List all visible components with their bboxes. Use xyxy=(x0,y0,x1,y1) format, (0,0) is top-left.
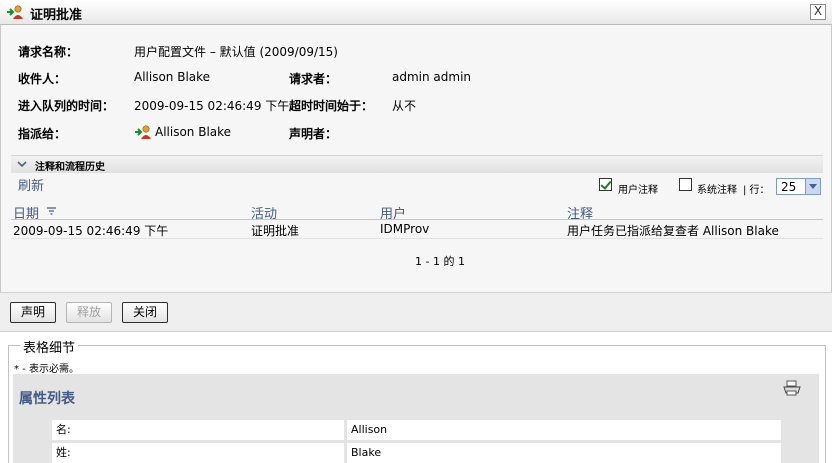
system-comments-label: 系统注释 xyxy=(697,185,737,196)
queued-time-label: 进入队列的时间： xyxy=(18,99,115,113)
last-name-value: Blake xyxy=(347,443,781,463)
row-activity: 证明批准 xyxy=(251,224,300,238)
attribute-list-title: 属性列表 xyxy=(19,391,75,407)
timeout-label: 超时时间始于： xyxy=(289,99,374,113)
system-comments-checkbox[interactable] xyxy=(679,178,692,191)
task-details-panel: 请求名称： 用户配置文件 – 默认值 (2009/09/15) 收件人： All… xyxy=(0,25,832,292)
assigned-to-value: Allison Blake xyxy=(155,125,232,139)
timeout-value: 从不 xyxy=(392,99,417,113)
claimer-label: 声明者： xyxy=(289,127,338,141)
pagination-text: 1 - 1 的 1 xyxy=(415,255,465,268)
title-bar: 证明批准 X xyxy=(0,0,832,25)
action-bar: 声明 释放 关闭 xyxy=(0,292,832,332)
first-name-label: 名: xyxy=(52,420,344,440)
last-name-label: 姓: xyxy=(52,443,344,463)
row-date: 2009-09-15 02:46:49 下午 xyxy=(13,224,169,238)
requester-value: admin admin xyxy=(392,70,472,84)
requester-label: 请求者： xyxy=(289,72,338,86)
recipient-label: 收件人： xyxy=(18,72,67,86)
user-comments-checkbox[interactable] xyxy=(599,178,612,191)
user-assign-icon xyxy=(135,125,151,139)
required-note: * - 表示必需。 xyxy=(14,364,79,375)
claim-button[interactable]: 声明 xyxy=(10,302,56,323)
rows-per-page-select[interactable]: 25 xyxy=(776,178,821,195)
queued-time-value: 2009-09-15 02:46:49 下午 xyxy=(134,99,290,113)
close-icon[interactable]: X xyxy=(810,4,826,20)
dropdown-arrow-icon[interactable] xyxy=(805,179,820,194)
print-icon[interactable] xyxy=(783,380,801,396)
release-button[interactable]: 释放 xyxy=(66,302,112,323)
refresh-link[interactable]: 刷新 xyxy=(18,175,44,194)
row-user: IDMProv xyxy=(380,222,430,236)
assigned-to-label: 指派给： xyxy=(18,127,67,141)
row-comment: 用户任务已指派给复查者 Allison Blake xyxy=(567,224,779,238)
header-divider xyxy=(11,219,823,220)
form-details-legend: 表格细节 xyxy=(20,337,79,356)
request-name-value: 用户配置文件 – 默认值 (2009/09/15) xyxy=(134,45,338,59)
first-name-value: Allison xyxy=(347,420,781,440)
rows-label: | 行： xyxy=(743,185,770,196)
attribute-list-panel: 属性列表 名: Allison 姓: Blake xyxy=(13,374,819,463)
close-button[interactable]: 关闭 xyxy=(122,302,168,323)
history-section-label: 注释和流程历史 xyxy=(35,162,105,173)
recipient-value: Allison Blake xyxy=(134,70,211,84)
rows-per-page-value: 25 xyxy=(781,180,797,194)
sort-icon[interactable] xyxy=(47,207,56,215)
row-divider xyxy=(11,238,823,239)
chevron-down-icon[interactable] xyxy=(17,159,27,169)
history-section-header[interactable]: 注释和流程历史 xyxy=(11,155,823,173)
user-comments-label: 用户注释 xyxy=(618,185,658,196)
form-area: 表格细节 * - 表示必需。 属性列表 名: Allison 姓: Blake xyxy=(0,332,832,463)
request-name-label: 请求名称： xyxy=(18,45,79,59)
window-title: 证明批准 xyxy=(30,8,83,23)
user-approval-icon xyxy=(7,5,23,19)
